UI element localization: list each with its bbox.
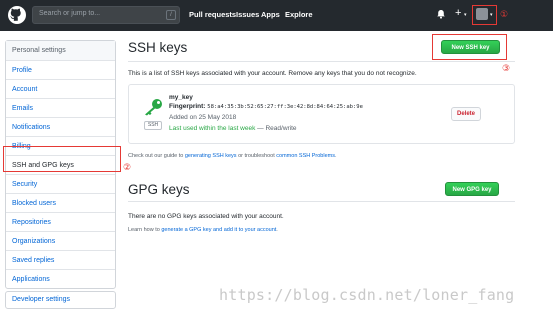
fingerprint-label: Fingerprint:: [169, 103, 206, 110]
generating-ssh-keys-link[interactable]: generating SSH keys: [185, 153, 237, 159]
search-input[interactable]: Search or jump to... /: [32, 6, 180, 24]
sidebar-item-profile[interactable]: Profile: [6, 60, 115, 79]
create-caret-icon[interactable]: ▾: [464, 12, 467, 18]
sidebar-heading: Personal settings: [6, 41, 115, 60]
gpg-title-divider: [128, 201, 515, 202]
gpg-empty-text: There are no GPG keys associated with yo…: [128, 213, 284, 220]
ssh-key-name: my_key: [169, 94, 193, 101]
delete-key-button[interactable]: Delete: [451, 107, 481, 121]
sidebar-item-blocked-users[interactable]: Blocked users: [6, 193, 115, 212]
page: Search or jump to... / Pull requests Iss…: [0, 0, 553, 318]
key-usage-row: Last used within the last week — Read/wr…: [169, 125, 297, 132]
sidebar-item-notifications[interactable]: Notifications: [6, 117, 115, 136]
github-logo-icon[interactable]: [8, 6, 26, 24]
sidebar-item-saved-replies[interactable]: Saved replies: [6, 250, 115, 269]
annotation-box-ssh-gpg: [3, 146, 121, 172]
annotation-box-new-ssh-key: [432, 34, 507, 60]
annotation-mark-3: ③: [502, 64, 511, 74]
gpg-keys-title: GPG keys: [128, 182, 190, 197]
ssh-guide-suffix: .: [334, 153, 337, 159]
ssh-key-card: SSH my_key Fingerprint: 58:a4:35:3b:52:6…: [128, 84, 515, 144]
key-access-level: — Read/write: [255, 125, 297, 132]
annotation-box-avatar: [472, 5, 497, 25]
ssh-guide-mid: or troubleshoot: [236, 153, 277, 159]
gpg-learn-text: Learn how to generate a GPG key and add …: [128, 227, 278, 233]
sidebar-item-applications[interactable]: Applications: [6, 269, 115, 288]
watermark: https://blog.csdn.net/loner_fang: [219, 286, 515, 304]
annotation-mark-2: ②: [123, 163, 132, 173]
key-icon: [145, 99, 162, 116]
key-last-used: Last used within the last week: [169, 125, 256, 132]
fingerprint-value: 58:a4:35:3b:52:65:27:ff:3e:42:8d:84:64:2…: [207, 104, 363, 110]
nav-explore[interactable]: Explore: [285, 10, 313, 19]
slash-shortcut-badge: /: [166, 10, 176, 20]
sidebar-item-security[interactable]: Security: [6, 174, 115, 193]
search-placeholder: Search or jump to...: [39, 10, 101, 17]
ssh-guide-text: Check out our guide to generating SSH ke…: [128, 153, 337, 159]
ssh-title-divider: [128, 61, 515, 62]
annotation-mark-1: ①: [500, 10, 509, 20]
gpg-learn-suffix: .: [276, 227, 278, 233]
sidebar-item-emails[interactable]: Emails: [6, 98, 115, 117]
sidebar-item-organizations[interactable]: Organizations: [6, 231, 115, 250]
top-header: Search or jump to... / Pull requests Iss…: [0, 0, 553, 31]
nav-apps[interactable]: Apps: [261, 10, 280, 19]
sidebar-item-developer-settings[interactable]: Developer settings: [5, 291, 116, 309]
ssh-keys-title: SSH keys: [128, 40, 188, 55]
key-added-date: Added on 25 May 2018: [169, 114, 237, 121]
gpg-learn-prefix: Learn how to: [128, 227, 162, 233]
sidebar-item-repositories[interactable]: Repositories: [6, 212, 115, 231]
nav-pull-requests[interactable]: Pull requests: [189, 10, 236, 19]
ssh-type-badge: SSH: [144, 121, 162, 130]
new-gpg-key-button[interactable]: New GPG key: [445, 182, 499, 196]
common-ssh-problems-link[interactable]: common SSH Problems: [276, 153, 335, 159]
nav-issues[interactable]: Issues: [236, 10, 259, 19]
ssh-guide-prefix: Check out our guide to: [128, 153, 185, 159]
ssh-intro-text: This is a list of SSH keys associated wi…: [128, 70, 417, 77]
create-new-icon[interactable]: +: [455, 7, 461, 19]
generate-gpg-key-link[interactable]: generate a GPG key and add it to your ac…: [161, 227, 276, 233]
sidebar-item-account[interactable]: Account: [6, 79, 115, 98]
fingerprint-row: Fingerprint: 58:a4:35:3b:52:65:27:ff:3e:…: [169, 103, 363, 110]
bell-icon[interactable]: [436, 9, 446, 19]
